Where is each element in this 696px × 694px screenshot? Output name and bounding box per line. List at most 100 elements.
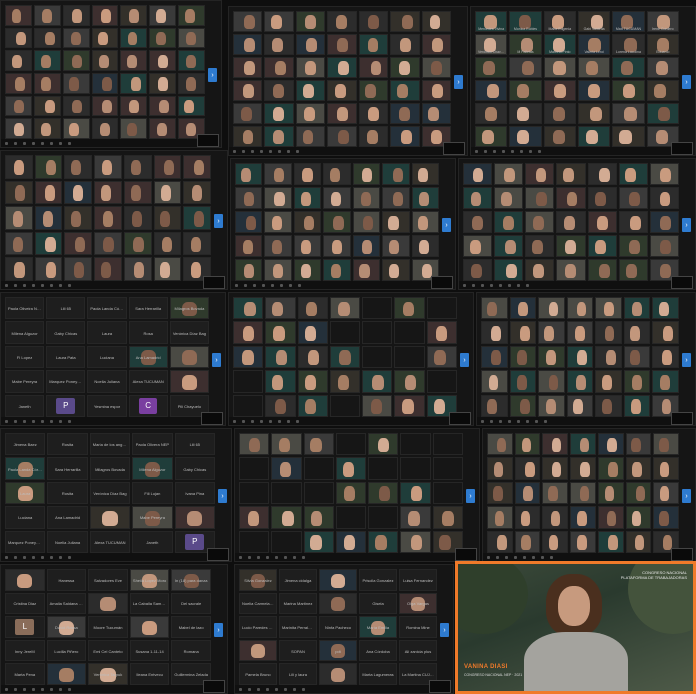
participant-tile[interactable] bbox=[64, 206, 93, 230]
participant-tile[interactable] bbox=[382, 163, 410, 185]
participant-tile[interactable] bbox=[352, 259, 381, 281]
participant-tile[interactable] bbox=[509, 394, 537, 417]
participant-tile[interactable] bbox=[577, 126, 611, 147]
participant-tile[interactable] bbox=[587, 187, 617, 209]
toolbar-button-icon[interactable] bbox=[269, 149, 272, 153]
participant-tile[interactable]: Moore Tucumán bbox=[88, 616, 128, 638]
toolbar-button-icon[interactable] bbox=[262, 283, 265, 287]
toolbar-button-icon[interactable] bbox=[296, 149, 299, 153]
participant-tile[interactable] bbox=[297, 370, 328, 393]
participant-tile[interactable] bbox=[5, 206, 33, 230]
participant-tile[interactable]: Paola Olivera NEP bbox=[132, 433, 173, 456]
participant-tile[interactable]: Laura Pata bbox=[46, 345, 86, 369]
participant-tile[interactable]: Janeth bbox=[132, 530, 173, 553]
participant-tile[interactable] bbox=[525, 163, 555, 185]
toolbar-button-icon[interactable] bbox=[266, 555, 269, 559]
participant-tile[interactable] bbox=[525, 187, 555, 209]
participant-tile[interactable] bbox=[323, 163, 351, 185]
participant-tile[interactable] bbox=[329, 370, 361, 393]
participant-tile[interactable] bbox=[239, 457, 270, 480]
participant-tile[interactable] bbox=[62, 118, 90, 139]
participant-tile[interactable] bbox=[235, 187, 263, 209]
toolbar-button-icon[interactable] bbox=[59, 283, 62, 287]
participant-tile[interactable] bbox=[597, 457, 624, 480]
participant-tile[interactable] bbox=[297, 345, 328, 369]
participant-tile[interactable] bbox=[487, 530, 513, 553]
participant-tile[interactable] bbox=[653, 506, 679, 529]
participant-tile[interactable] bbox=[625, 457, 652, 480]
self-view-thumbnail[interactable] bbox=[449, 412, 471, 425]
participant-tile[interactable] bbox=[577, 57, 611, 78]
toolbar-button-icon[interactable] bbox=[499, 419, 502, 423]
participant-tile[interactable] bbox=[432, 481, 463, 505]
participant-tile[interactable] bbox=[120, 27, 148, 49]
participant-tile[interactable]: Paola Landa Córdoba bbox=[87, 297, 127, 320]
participant-tile[interactable]: Gisela bbox=[359, 592, 397, 615]
toolbar-button-icon[interactable] bbox=[14, 555, 17, 559]
participant-tile[interactable] bbox=[358, 80, 389, 101]
toolbar-button-icon[interactable] bbox=[499, 283, 502, 287]
toolbar-button-icon[interactable] bbox=[487, 555, 490, 559]
participant-tile[interactable]: Sara Herrarilla bbox=[47, 457, 88, 480]
participant-tile[interactable] bbox=[566, 297, 594, 320]
participant-tile[interactable]: Silvia Gonzalez bbox=[239, 569, 277, 591]
participant-tile[interactable] bbox=[475, 57, 508, 78]
participant-tile[interactable] bbox=[169, 370, 209, 393]
participant-tile[interactable] bbox=[566, 394, 594, 417]
toolbar-button-icon[interactable] bbox=[287, 419, 290, 423]
participant-tile[interactable]: Verónica Tarpuk bbox=[88, 663, 128, 685]
toolbar-button-icon[interactable] bbox=[293, 687, 296, 691]
participant-tile[interactable] bbox=[587, 259, 617, 281]
participant-tile[interactable] bbox=[362, 297, 393, 320]
participant-tile[interactable] bbox=[271, 481, 302, 505]
participant-tile[interactable] bbox=[64, 231, 93, 256]
participant-tile[interactable] bbox=[335, 457, 367, 480]
participant-tile[interactable] bbox=[597, 481, 624, 505]
participant-tile[interactable]: Lili 65 bbox=[174, 433, 215, 456]
toolbar-button-icon[interactable] bbox=[271, 283, 274, 287]
participant-tile[interactable] bbox=[358, 57, 389, 78]
participant-tile[interactable] bbox=[319, 592, 357, 615]
participant-tile[interactable] bbox=[149, 118, 177, 139]
participant-tile[interactable] bbox=[400, 481, 431, 505]
participant-tile[interactable] bbox=[123, 231, 152, 256]
participant-tile[interactable] bbox=[271, 433, 302, 456]
participant-tile[interactable] bbox=[178, 72, 205, 94]
toolbar-button-icon[interactable] bbox=[14, 283, 17, 287]
participant-tile[interactable] bbox=[297, 297, 328, 320]
participant-tile[interactable] bbox=[34, 231, 63, 256]
participant-tile[interactable]: Verónica Chavarri bbox=[475, 34, 508, 55]
participant-tile[interactable] bbox=[494, 211, 524, 233]
participant-tile[interactable]: Eduardo bbox=[646, 34, 679, 55]
toolbar-button-icon[interactable] bbox=[242, 149, 245, 153]
participant-tile[interactable] bbox=[587, 163, 617, 185]
participant-tile[interactable] bbox=[235, 259, 263, 281]
participant-tile[interactable] bbox=[233, 370, 264, 393]
participant-tile[interactable] bbox=[183, 155, 211, 179]
participant-tile[interactable] bbox=[327, 103, 357, 124]
participant-tile[interactable]: Sheila Lopez Moro bbox=[129, 569, 170, 591]
toolbar-button-icon[interactable] bbox=[68, 419, 71, 423]
toolbar-button-icon[interactable] bbox=[59, 141, 62, 145]
participant-tile[interactable]: Matt TUCUMAN bbox=[612, 11, 645, 32]
participant-tile[interactable] bbox=[577, 103, 611, 124]
toolbar-button-icon[interactable] bbox=[278, 419, 281, 423]
participant-tile[interactable] bbox=[646, 103, 679, 124]
toolbar-button-icon[interactable] bbox=[490, 419, 493, 423]
toolbar-button-icon[interactable] bbox=[50, 141, 53, 145]
participant-tile[interactable] bbox=[368, 433, 399, 456]
participant-tile[interactable] bbox=[587, 235, 617, 257]
participant-tile[interactable] bbox=[329, 394, 361, 417]
toolbar-button-icon[interactable] bbox=[481, 283, 484, 287]
participant-tile[interactable] bbox=[463, 187, 493, 209]
participant-tile[interactable] bbox=[129, 616, 170, 638]
participant-tile[interactable]: Gabi Valdetta bbox=[577, 11, 611, 32]
toolbar-button-icon[interactable] bbox=[266, 687, 269, 691]
participant-tile[interactable] bbox=[271, 530, 302, 553]
toolbar-button-icon[interactable] bbox=[23, 283, 26, 287]
participant-tile[interactable]: David Rossa bbox=[46, 616, 87, 638]
participant-tile[interactable] bbox=[595, 321, 622, 344]
toolbar-button-icon[interactable] bbox=[239, 687, 242, 691]
participant-tile[interactable] bbox=[264, 34, 294, 55]
toolbar-button-icon[interactable] bbox=[41, 555, 44, 559]
